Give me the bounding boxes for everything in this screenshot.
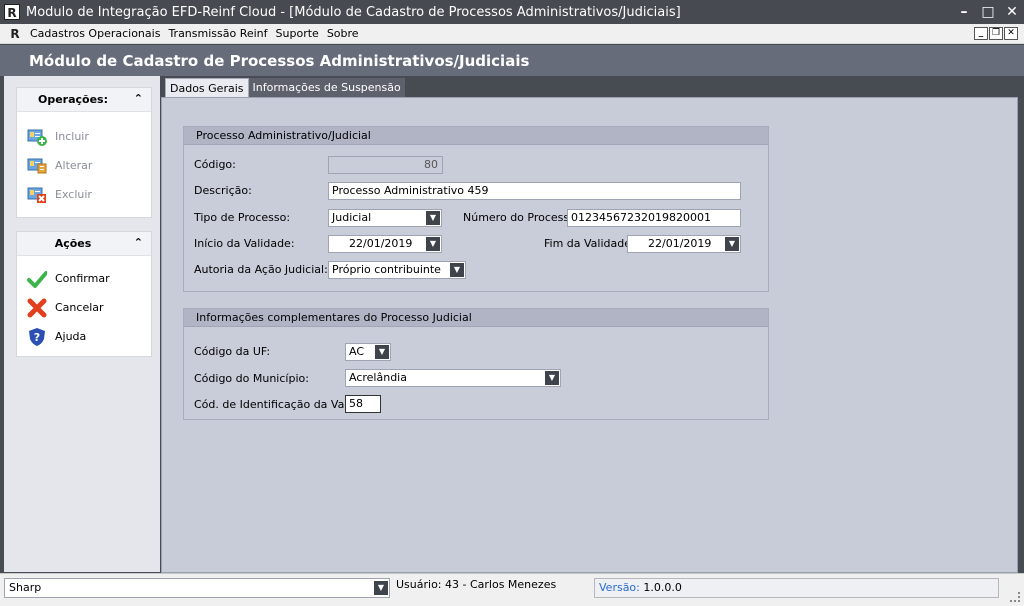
codigo-field: 80 [328,156,443,174]
vara-label: Cód. de Identificação da Vara: [194,398,360,411]
vara-field[interactable]: 58 [345,395,381,413]
chevron-down-icon[interactable]: ▼ [374,581,388,595]
descricao-field[interactable]: Processo Administrativo 459 [328,182,741,200]
version-info: Versão: 1.0.0.0 [594,578,999,598]
resize-grip-icon[interactable] [1010,592,1020,602]
municipio-select[interactable]: Acrelândia ▼ [345,369,561,387]
autoria-value: Próprio contribuinte [332,263,441,276]
version-label: Versão: [599,581,640,594]
fim-validade-value: 22/01/2019 [648,237,712,250]
chevron-down-icon[interactable]: ▼ [426,237,440,251]
municipio-value: Acrelândia [349,371,407,384]
close-icon[interactable]: ✕ [1000,0,1024,24]
mdi-close-icon[interactable]: ✕ [1004,27,1018,40]
codigo-label: Código: [194,158,236,171]
numero-processo-label: Número do Processo: [463,211,580,224]
x-icon [27,298,47,318]
acoes-header[interactable]: Ações ⌃ [17,232,151,256]
incluir-label: Incluir [55,130,89,143]
chevron-down-icon[interactable]: ▼ [375,345,389,359]
app-logo-icon: R [4,4,20,20]
left-panel: Operações: ⌃ Incluir Alterar Excluir Açõ… [4,76,160,572]
maximize-icon[interactable]: □ [976,0,1000,24]
confirmar-button[interactable]: Confirmar [17,264,151,293]
theme-select[interactable]: Sharp ▼ [4,578,390,598]
cancelar-button[interactable]: Cancelar [17,293,151,322]
ajuda-label: Ajuda [55,330,87,343]
uf-select[interactable]: AC ▼ [345,343,391,361]
menu-suporte[interactable]: Suporte [272,24,323,44]
chevron-down-icon[interactable]: ▼ [426,211,440,225]
menu-cadastros[interactable]: Cadastros Operacionais [26,24,164,44]
complementares-section: Informações complementares do Processo J… [183,308,769,420]
confirmar-label: Confirmar [55,272,110,285]
help-shield-icon: ? [27,327,47,347]
excluir-label: Excluir [55,188,92,201]
chevron-down-icon[interactable]: ▼ [545,371,559,385]
tab-strip: Dados Gerais Informações de Suspensão [165,78,405,98]
inicio-validade-picker[interactable]: 22/01/2019 ▼ [328,235,442,253]
acoes-title: Ações [54,237,92,250]
status-bar: Sharp ▼ Usuário: 43 - Carlos Menezes Ver… [0,573,1024,606]
chevron-down-icon[interactable]: ▼ [725,237,739,251]
municipio-label: Código do Município: [194,372,309,385]
module-header: Módulo de Cadastro de Processos Administ… [0,45,1024,76]
processo-section-title: Processo Administrativo/Judicial [184,127,768,145]
cancelar-label: Cancelar [55,301,104,314]
menu-bar: R Cadastros Operacionais Transmissão Rei… [0,24,1024,44]
inicio-validade-label: Início da Validade: [194,237,295,250]
operacoes-group: Operações: ⌃ Incluir Alterar Excluir [16,87,152,218]
mdi-minimize-icon[interactable]: _ [974,27,988,40]
descricao-label: Descrição: [194,184,252,197]
alterar-button[interactable]: Alterar [17,151,151,180]
tab-informacoes-suspensao[interactable]: Informações de Suspensão [248,78,405,98]
chevron-up-icon[interactable]: ⌃ [134,236,143,249]
menu-sobre[interactable]: Sobre [323,24,363,44]
svg-text:?: ? [34,331,40,344]
uf-value: AC [349,345,365,358]
menu-app-icon[interactable]: R [8,27,22,41]
page-title: Módulo de Cadastro de Processos Administ… [29,52,530,70]
inicio-validade-value: 22/01/2019 [349,237,413,250]
operacoes-header[interactable]: Operações: ⌃ [17,88,151,112]
tipo-processo-value: Judicial [332,211,372,224]
menu-transmissao[interactable]: Transmissão Reinf [164,24,271,44]
delete-record-icon [27,185,47,205]
main-content: Processo Administrativo/Judicial Código:… [161,97,1018,573]
mdi-restore-icon[interactable]: ❐ [989,27,1003,40]
user-info: Usuário: 43 - Carlos Menezes [396,578,557,591]
theme-value: Sharp [9,581,42,594]
version-value: 1.0.0.0 [643,581,682,594]
acoes-group: Ações ⌃ Confirmar Cancelar ? Ajuda [16,231,152,357]
title-bar: R Modulo de Integração EFD-Reinf Cloud -… [0,0,1024,24]
edit-record-icon [27,156,47,176]
chevron-down-icon[interactable]: ▼ [450,263,464,277]
check-icon [27,269,48,289]
alterar-label: Alterar [55,159,93,172]
tipo-processo-select[interactable]: Judicial ▼ [328,209,442,227]
chevron-up-icon[interactable]: ⌃ [134,92,143,105]
operacoes-title: Operações: [37,93,109,106]
autoria-select[interactable]: Próprio contribuinte ▼ [328,261,466,279]
tipo-processo-label: Tipo de Processo: [194,211,291,224]
complementares-section-title: Informações complementares do Processo J… [184,309,768,327]
fim-validade-label: Fim da Validade: [544,237,635,250]
incluir-button[interactable]: Incluir [17,122,151,151]
tab-dados-gerais[interactable]: Dados Gerais [165,78,249,98]
numero-processo-field[interactable]: 01234567232019820001 [567,209,741,227]
ajuda-button[interactable]: ? Ajuda [17,322,151,351]
window-title: Modulo de Integração EFD-Reinf Cloud - [… [26,4,681,20]
processo-section: Processo Administrativo/Judicial Código:… [183,126,769,292]
uf-label: Código da UF: [194,345,271,358]
excluir-button[interactable]: Excluir [17,180,151,209]
minimize-icon[interactable]: – [952,0,976,24]
autoria-label: Autoria da Ação Judicial: [194,263,328,276]
add-record-icon [27,127,47,147]
fim-validade-picker[interactable]: 22/01/2019 ▼ [627,235,741,253]
